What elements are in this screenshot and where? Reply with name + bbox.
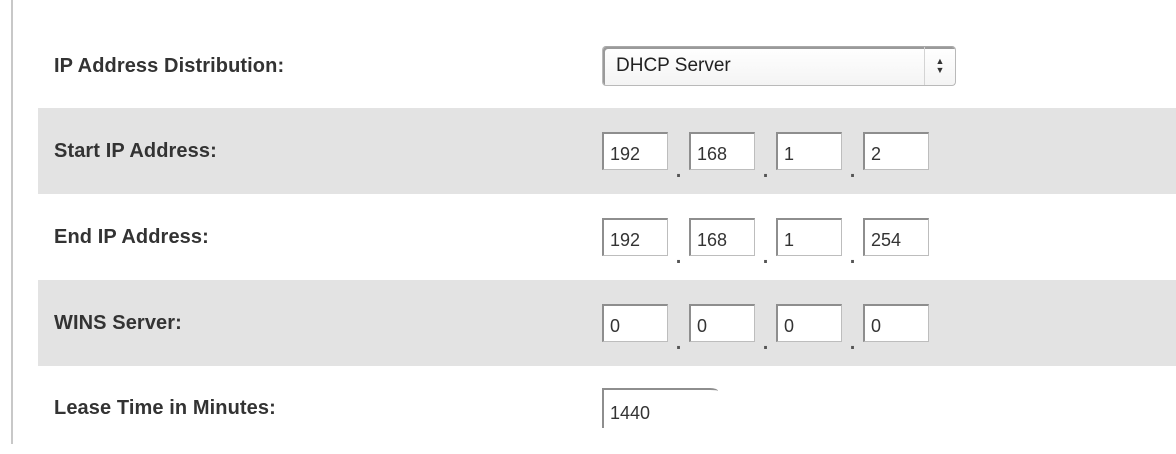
wins-server-octet-4[interactable] — [863, 304, 929, 342]
start-ip-control: . . . — [602, 132, 929, 181]
end-ip-row: End IP Address: . . . — [38, 194, 1176, 280]
lease-time-label: Lease Time in Minutes: — [54, 396, 276, 419]
start-ip-octet-4[interactable] — [863, 132, 929, 170]
wins-server-octet-1[interactable] — [602, 304, 668, 342]
ip-distribution-label: IP Address Distribution: — [54, 54, 285, 77]
end-ip-octet-2[interactable] — [689, 218, 755, 256]
lease-time-input[interactable] — [602, 388, 718, 428]
ip-distribution-select[interactable]: DHCP Server ▲ ▼ — [602, 46, 956, 86]
octet-separator: . — [849, 160, 856, 182]
wins-server-octet-3[interactable] — [776, 304, 842, 342]
panel-left-border — [11, 0, 13, 444]
octet-separator: . — [849, 246, 856, 268]
octet-separator: . — [675, 332, 682, 354]
ip-distribution-control: DHCP Server ▲ ▼ — [602, 46, 956, 86]
end-ip-control: . . . — [602, 218, 929, 267]
start-ip-octet-1[interactable] — [602, 132, 668, 170]
start-ip-row: Start IP Address: . . . — [38, 108, 1176, 194]
octet-separator: . — [675, 160, 682, 182]
wins-server-label: WINS Server: — [54, 311, 182, 334]
end-ip-octet-1[interactable] — [602, 218, 668, 256]
ip-distribution-selected-value: DHCP Server — [616, 55, 731, 76]
octet-separator: . — [675, 246, 682, 268]
updown-arrows-icon: ▲ ▼ — [924, 47, 955, 85]
ip-distribution-row: IP Address Distribution: DHCP Server ▲ ▼ — [38, 24, 1176, 108]
wins-server-row: WINS Server: . . . — [38, 280, 1176, 366]
lease-time-control — [602, 388, 718, 428]
octet-separator: . — [762, 160, 769, 182]
dhcp-settings-form: IP Address Distribution: DHCP Server ▲ ▼ … — [38, 24, 1176, 450]
wins-server-octet-2[interactable] — [689, 304, 755, 342]
start-ip-label: Start IP Address: — [54, 139, 217, 162]
start-ip-octet-2[interactable] — [689, 132, 755, 170]
octet-separator: . — [849, 332, 856, 354]
octet-separator: . — [762, 332, 769, 354]
lease-time-row: Lease Time in Minutes: — [38, 366, 1176, 450]
end-ip-label: End IP Address: — [54, 225, 209, 248]
octet-separator: . — [762, 246, 769, 268]
end-ip-octet-4[interactable] — [863, 218, 929, 256]
end-ip-octet-3[interactable] — [776, 218, 842, 256]
wins-server-control: . . . — [602, 304, 929, 353]
start-ip-octet-3[interactable] — [776, 132, 842, 170]
